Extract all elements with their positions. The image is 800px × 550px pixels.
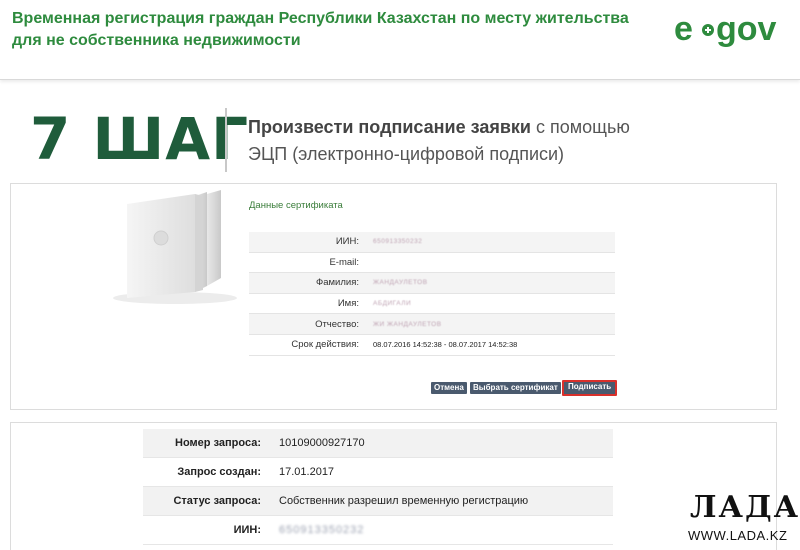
request-label: Номер запроса: (175, 437, 261, 449)
cert-value-name: АБДИГАЛИ (373, 300, 412, 308)
request-row-created: Запрос создан: 17.01.2017 (143, 458, 613, 487)
step-description-bold: Произвести подписание заявки (248, 117, 531, 137)
cert-row-name: Имя: АБДИГАЛИ (249, 294, 615, 315)
certificate-title: Данные сертификата (249, 200, 343, 211)
certificate-panel: Данные сертификата ИИН: 650913350232 E-m… (10, 183, 777, 410)
cert-row-iin: ИИН: 650913350232 (249, 232, 615, 253)
cert-value-surname: ЖАНДАУЛЕТОВ (373, 279, 428, 287)
choose-certificate-button[interactable]: Выбрать сертификат (470, 382, 561, 394)
cert-label: Фамилия: (316, 277, 359, 289)
request-label: Запрос создан: (177, 466, 261, 478)
cert-label: Имя: (337, 298, 359, 310)
request-row-number: Номер запроса: 10109000927170 (143, 429, 613, 458)
request-table: Номер запроса: 10109000927170 Запрос соз… (143, 429, 613, 545)
step-description: Произвести подписание заявки с помощью Э… (248, 114, 668, 168)
request-status-value: Собственник разрешил временную регистрац… (279, 495, 529, 507)
cert-label: Срок действия: (291, 339, 359, 351)
request-number-value: 10109000927170 (279, 437, 365, 449)
document-folder-icon (113, 190, 237, 304)
cert-value-patronymic: ЖИ ЖАНДАУЛЕТОВ (373, 320, 442, 328)
request-label: Статус запроса: (173, 495, 261, 507)
cert-row-validity: Срок действия: 08.07.2016 14:52:38 - 08.… (249, 335, 615, 356)
svg-text:e: e (674, 10, 693, 48)
header: Временная регистрация граждан Республики… (0, 0, 800, 80)
cert-value-iin: 650913350232 (373, 238, 423, 246)
step-number: 7 ШАГ (30, 105, 250, 173)
svg-text:gov: gov (716, 10, 777, 48)
cert-row-surname: Фамилия: ЖАНДАУЛЕТОВ (249, 273, 615, 294)
request-created-value: 17.01.2017 (279, 466, 335, 478)
request-panel: Номер запроса: 10109000927170 Запрос соз… (10, 422, 777, 550)
cert-label: E-mail: (329, 256, 359, 268)
cert-value-validity: 08.07.2016 14:52:38 - 08.07.2017 14:52:3… (373, 340, 518, 350)
cert-label: ИИН: (335, 236, 359, 248)
watermark-logo: ЛАДА (690, 490, 800, 525)
request-row-status: Статус запроса: Собственник разрешил вре… (143, 487, 613, 516)
sign-button[interactable]: Подписать (562, 380, 618, 396)
cert-row-email: E-mail: (249, 253, 615, 274)
cancel-button[interactable]: Отмена (431, 382, 467, 394)
certificate-table: ИИН: 650913350232 E-mail: Фамилия: ЖАНДА… (249, 232, 615, 356)
step-divider (225, 108, 227, 172)
request-label: ИИН: (233, 524, 261, 536)
cert-row-patronymic: Отчество: ЖИ ЖАНДАУЛЕТОВ (249, 314, 615, 335)
watermark-url: WWW.LADA.KZ (688, 528, 788, 543)
page-title: Временная регистрация граждан Республики… (12, 10, 629, 49)
cert-label: Отчество: (315, 318, 359, 330)
request-row-iin: ИИН: 650913350232 (143, 516, 613, 545)
request-iin-value: 650913350232 (279, 524, 365, 536)
egov-logo[interactable]: e gov (674, 6, 784, 50)
